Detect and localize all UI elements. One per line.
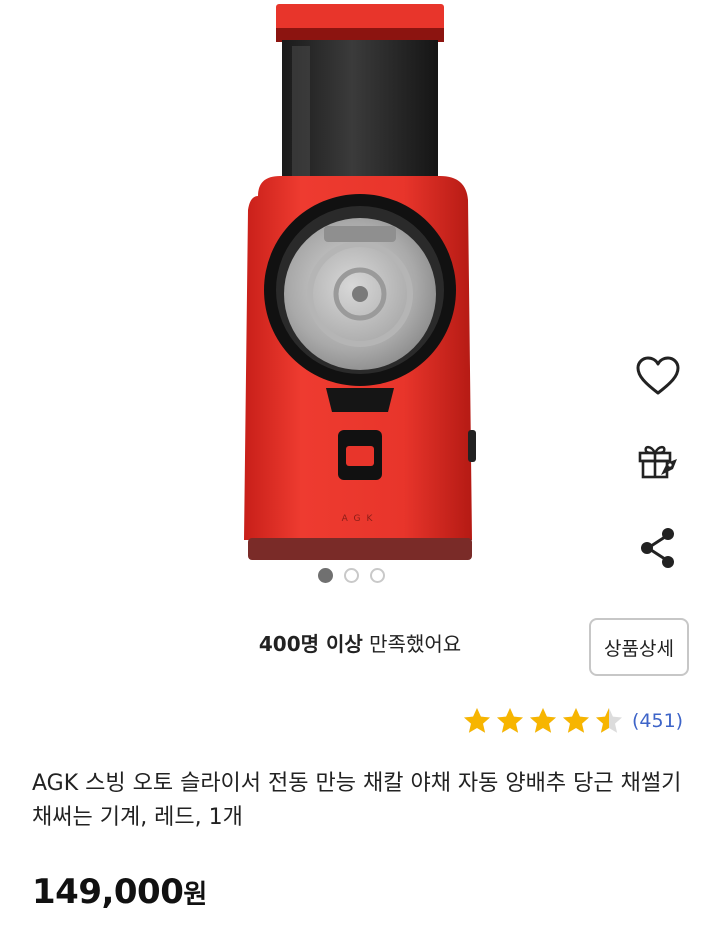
carousel-dot[interactable] xyxy=(318,568,333,583)
review-count-link[interactable]: (451) xyxy=(632,710,683,732)
star-icon xyxy=(596,708,622,733)
star-rating xyxy=(462,706,624,735)
carousel-dot[interactable] xyxy=(344,568,359,583)
product-detail-button[interactable]: 상품상세 xyxy=(589,618,689,676)
star-icon xyxy=(563,708,589,733)
star-icon xyxy=(497,708,523,733)
slicer-machine-illustration: AGK xyxy=(244,4,476,560)
product-image[interactable]: AGK xyxy=(200,0,520,570)
gift-icon xyxy=(638,445,677,479)
brand-mark: AGK xyxy=(342,514,379,524)
heart-icon xyxy=(636,356,680,395)
product-title: AGK 스빙 오토 슬라이서 전동 만능 채칼 야채 자동 양배추 당근 채썰기… xyxy=(32,771,682,830)
carousel-dot[interactable] xyxy=(370,568,385,583)
wishlist-button[interactable] xyxy=(628,346,688,406)
carousel-indicator xyxy=(318,568,385,583)
share-icon xyxy=(641,528,674,568)
product-price: 149,000원 xyxy=(32,872,207,912)
share-button[interactable] xyxy=(628,518,688,578)
satisfaction-count: 400명 이상 xyxy=(258,632,363,656)
gift-button[interactable] xyxy=(628,431,688,491)
star-icon xyxy=(464,708,490,733)
star-icon xyxy=(530,708,556,733)
rating[interactable]: (451) xyxy=(462,706,683,735)
price-value: 149,000 xyxy=(32,872,184,912)
price-unit: 원 xyxy=(183,880,207,910)
satisfaction-label: 만족했어요 xyxy=(362,632,462,656)
